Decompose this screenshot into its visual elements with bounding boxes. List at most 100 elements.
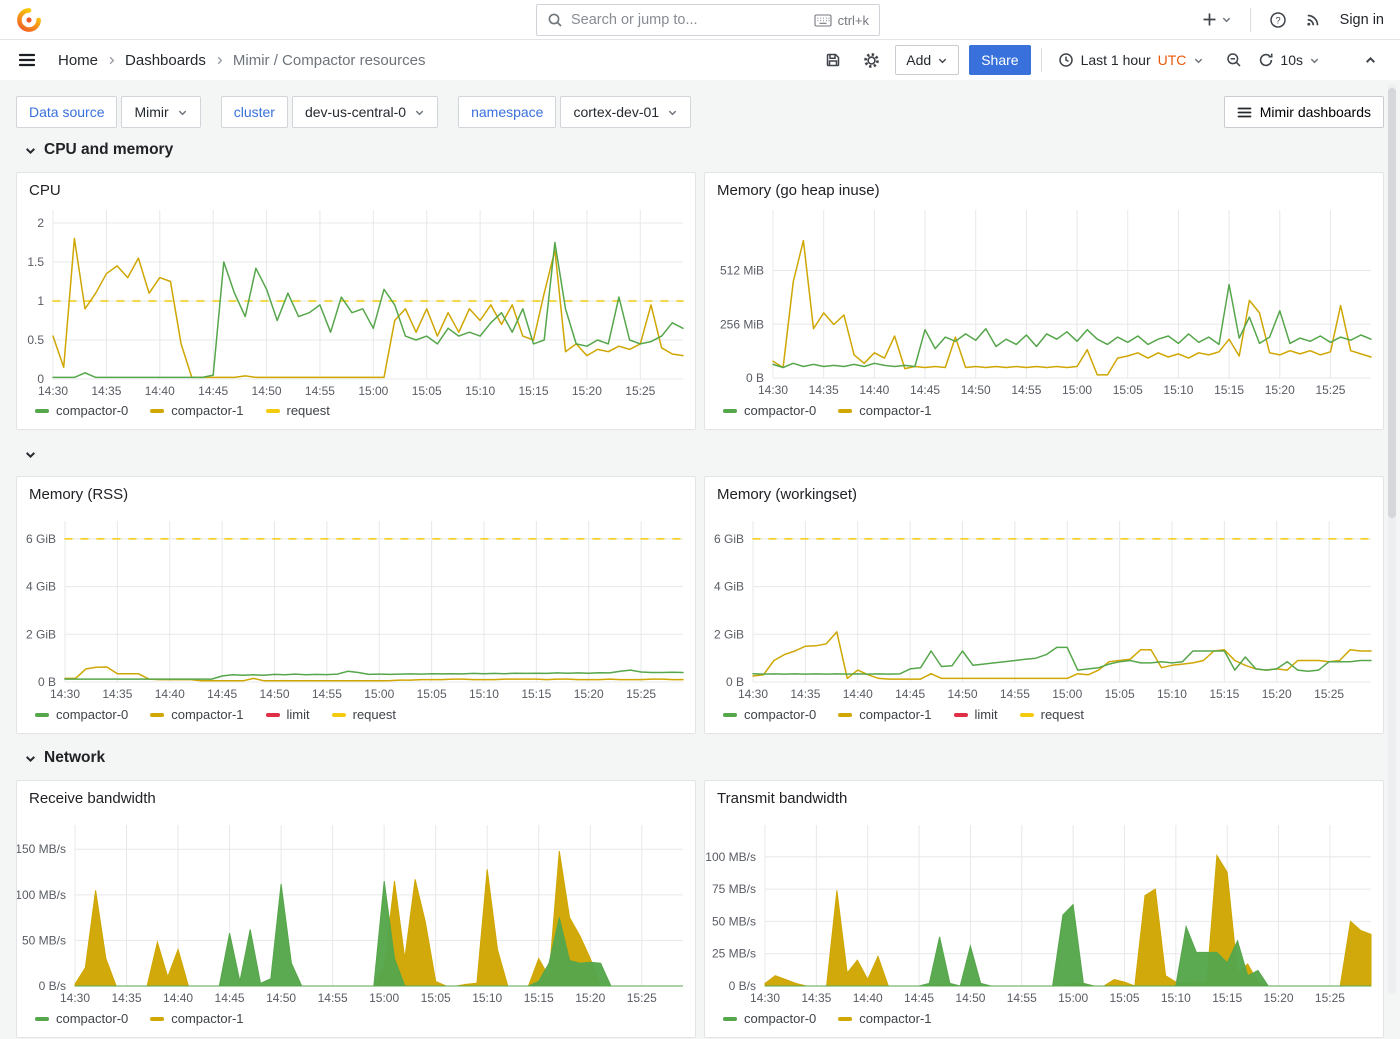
refresh-picker[interactable]: 10s [1258,52,1320,68]
y-axis-tick-label: 75 MB/s [712,882,756,896]
namespace-label[interactable]: namespace [458,96,556,128]
x-axis-tick-label: 15:05 [1109,991,1139,1005]
x-axis-tick-label: 14:30 [50,687,80,701]
breadcrumb-home[interactable]: Home [58,52,98,69]
chevron-down-icon [177,107,188,118]
search-box[interactable]: ctrl+k [536,4,880,36]
zoom-out-button[interactable] [1220,46,1248,74]
refresh-icon [1258,52,1274,68]
series-compactor-1 [773,241,1371,375]
legend-item-compactor-1[interactable]: compactor-1 [838,1011,931,1026]
cluster-label[interactable]: cluster [221,96,288,128]
section-untitled-row[interactable] [24,448,37,461]
mimir-dashboards-label: Mimir dashboards [1260,104,1371,120]
legend-swatch [838,1017,852,1021]
legend-item-compactor-0[interactable]: compactor-0 [35,707,128,722]
x-axis-tick-label: 15:15 [1212,991,1242,1005]
time-series-plot[interactable]: 0 B256 MiB512 MiB14:3014:3514:4014:4514:… [705,173,1385,431]
time-series-plot[interactable]: 00.511.5214:3014:3514:4014:4514:5014:551… [17,173,697,431]
news-icon[interactable] [1305,11,1322,28]
legend-item-compactor-1[interactable]: compactor-1 [150,707,243,722]
panel-title[interactable]: Receive bandwidth [29,790,156,807]
x-axis-tick-label: 14:45 [895,687,925,701]
legend-item-compactor-0[interactable]: compactor-0 [723,403,816,418]
series-compactor-1 [53,239,683,378]
legend-item-compactor-0[interactable]: compactor-0 [723,1011,816,1026]
legend-item-compactor-1[interactable]: compactor-1 [150,403,243,418]
mimir-dashboards-button[interactable]: Mimir dashboards [1224,96,1384,128]
collapse-toolbar-button[interactable] [1356,46,1384,74]
legend-swatch [266,409,280,413]
save-dashboard-button[interactable] [819,46,847,74]
legend-item-limit[interactable]: limit [954,707,998,722]
panel-title[interactable]: CPU [29,182,61,199]
x-axis-tick-label: 15:20 [1264,991,1294,1005]
help-icon[interactable]: ? [1269,11,1287,29]
legend-item-limit[interactable]: limit [266,707,310,722]
time-range-label: Last 1 hour [1081,52,1151,68]
legend-swatch [723,1017,737,1021]
cluster-value: dev-us-central-0 [305,104,406,120]
legend-item-compactor-1[interactable]: compactor-1 [838,403,931,418]
namespace-select[interactable]: cortex-dev-01 [560,96,691,128]
panel-transmit-bandwidth: 0 B/s25 MB/s50 MB/s75 MB/s100 MB/s14:301… [704,780,1384,1038]
legend-label: compactor-0 [744,403,816,418]
time-series-plot[interactable]: 0 B2 GiB4 GiB6 GiB14:3014:3514:4014:4514… [17,477,697,735]
time-range-picker[interactable]: Last 1 hour UTC [1052,45,1211,75]
page-scrollbar-thumb[interactable] [1388,88,1396,518]
x-axis-tick-label: 15:10 [465,384,495,398]
legend-item-compactor-0[interactable]: compactor-0 [35,403,128,418]
menu-toggle-icon[interactable] [16,49,38,71]
panel-title[interactable]: Memory (RSS) [29,486,128,503]
x-axis-tick-label: 14:55 [1000,687,1030,701]
search-input[interactable] [571,12,806,28]
legend-item-request[interactable]: request [1020,707,1084,722]
y-axis-tick-label: 100 MB/s [705,850,756,864]
dashboard-settings-button[interactable] [857,46,885,74]
x-axis-tick-label: 15:15 [518,384,548,398]
legend-item-request[interactable]: request [266,403,330,418]
legend-item-compactor-1[interactable]: compactor-1 [838,707,931,722]
legend-item-compactor-0[interactable]: compactor-0 [723,707,816,722]
chevron-down-icon [24,752,37,765]
x-axis-tick-label: 15:20 [1262,687,1292,701]
plus-icon [1202,12,1217,27]
legend-item-compactor-1[interactable]: compactor-1 [150,1011,243,1026]
legend-item-request[interactable]: request [332,707,396,722]
legend-label: compactor-1 [859,707,931,722]
x-axis-tick-label: 14:55 [318,991,348,1005]
x-axis-tick-label: 14:55 [305,384,335,398]
panel-title[interactable]: Memory (workingset) [717,486,857,503]
share-button[interactable]: Share [969,45,1030,75]
sign-in-link[interactable]: Sign in [1340,12,1384,28]
time-series-plot[interactable]: 0 B/s25 MB/s50 MB/s75 MB/s100 MB/s14:301… [705,781,1385,1039]
x-axis-tick-label: 15:00 [364,687,394,701]
x-axis-tick-label: 15:20 [1265,383,1295,397]
chevron-down-icon [1221,14,1232,25]
y-axis-tick-label: 6 GiB [26,532,56,546]
legend-item-compactor-0[interactable]: compactor-0 [35,1011,128,1026]
panel-title[interactable]: Transmit bandwidth [717,790,847,807]
datasource-label[interactable]: Data source [16,96,117,128]
section-cpu-and-memory[interactable]: CPU and memory [24,141,173,159]
series-compactor-1 [753,632,1371,679]
legend-label: compactor-1 [859,403,931,418]
add-button[interactable]: Add [895,45,959,75]
legend-swatch [150,409,164,413]
time-series-plot[interactable]: 0 B2 GiB4 GiB6 GiB14:3014:3514:4014:4514… [705,477,1385,735]
cluster-select[interactable]: dev-us-central-0 [292,96,438,128]
legend-swatch [150,1017,164,1021]
legend-label: request [287,403,330,418]
legend: compactor-0 compactor-1 [723,403,932,418]
grafana-logo[interactable] [16,7,42,33]
panel-title[interactable]: Memory (go heap inuse) [717,182,880,199]
new-menu-button[interactable] [1202,12,1232,27]
datasource-select[interactable]: Mimir [121,96,200,128]
section-network[interactable]: Network [24,749,105,767]
breadcrumb-dashboards[interactable]: Dashboards [125,52,206,69]
legend-label: compactor-1 [171,707,243,722]
panel-memory-rss: 0 B2 GiB4 GiB6 GiB14:3014:3514:4014:4514… [16,476,696,734]
x-axis-tick-label: 15:25 [626,687,656,701]
namespace-value: cortex-dev-01 [573,104,659,120]
time-series-plot[interactable]: 0 B/s50 MB/s100 MB/s150 MB/s14:3014:3514… [17,781,697,1039]
